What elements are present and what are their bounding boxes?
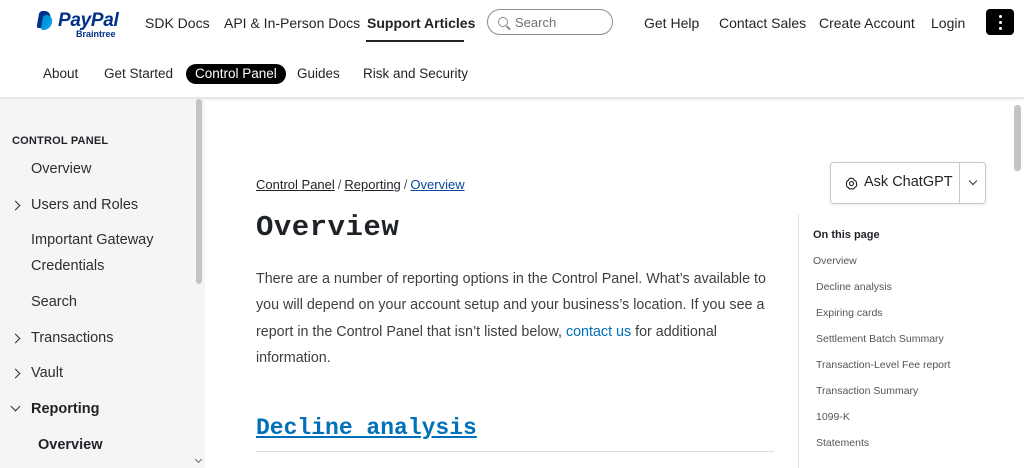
active-nav-underline [366, 40, 464, 42]
paypal-braintree-logo[interactable]: PayPal Braintree [36, 10, 119, 39]
sub-navigation: About Get Started Control Panel Guides R… [0, 58, 1024, 90]
nav-contact-sales[interactable]: Contact Sales [719, 0, 806, 45]
sidebar-item-users-and-roles[interactable]: Users and Roles [31, 197, 138, 213]
nav-create-account[interactable]: Create Account [819, 0, 915, 45]
toc-item-decline-analysis[interactable]: Decline analysis [816, 281, 892, 293]
chevron-right-icon[interactable] [10, 200, 21, 211]
nav-login-link[interactable]: Login [931, 15, 965, 31]
chevron-down-icon[interactable] [10, 401, 21, 412]
chevron-right-icon[interactable] [10, 333, 21, 344]
toc-item-transaction-summary[interactable]: Transaction Summary [816, 385, 918, 397]
breadcrumb-control-panel[interactable]: Control Panel [256, 177, 335, 192]
sidebar-item-transactions[interactable]: Transactions [31, 330, 113, 346]
sidebar-item-overview[interactable]: Overview [31, 161, 91, 177]
subnav-risk-and-security[interactable]: Risk and Security [363, 64, 468, 84]
top-header: PayPal Braintree SDK Docs API & In-Perso… [0, 0, 1024, 45]
search-input[interactable]: Search [487, 9, 613, 35]
page-title: Overview [256, 211, 400, 244]
scroll-down-arrow-icon[interactable] [194, 455, 203, 464]
toc-item-settlement-batch-summary[interactable]: Settlement Batch Summary [816, 333, 944, 345]
sidebar-scrollbar[interactable] [196, 99, 202, 284]
nav-sdk-docs-link[interactable]: SDK Docs [145, 15, 210, 31]
sidebar-title: CONTROL PANEL [12, 135, 109, 147]
toc-item-expiring-cards[interactable]: Expiring cards [816, 307, 883, 319]
breadcrumb-separator: / [337, 177, 342, 192]
nav-contact-sales-link[interactable]: Contact Sales [719, 15, 806, 31]
nav-support-articles[interactable]: Support Articles [367, 0, 475, 45]
toc-item-overview[interactable]: Overview [813, 255, 857, 267]
sidebar: CONTROL PANEL Overview Users and Roles I… [0, 99, 205, 468]
subnav-control-panel[interactable]: Control Panel [186, 64, 286, 84]
chevron-right-icon[interactable] [10, 368, 21, 379]
sidebar-item-important-gateway[interactable]: Important Gateway [31, 232, 154, 248]
nav-sdk-docs[interactable]: SDK Docs [145, 0, 210, 45]
page-scrollbar[interactable] [1014, 105, 1021, 171]
chevron-down-icon[interactable] [968, 176, 978, 186]
dot-icon [998, 26, 1002, 30]
section-divider [256, 451, 774, 452]
search-placeholder: Search [515, 14, 557, 30]
subnav-get-started[interactable]: Get Started [104, 64, 173, 84]
button-divider [959, 163, 960, 203]
sidebar-item-credentials[interactable]: Credentials [31, 258, 104, 274]
subnav-about[interactable]: About [43, 64, 78, 84]
more-menu-button[interactable] [986, 9, 1014, 35]
subnav-guides[interactable]: Guides [297, 64, 340, 84]
nav-get-help[interactable]: Get Help [644, 0, 699, 45]
ask-chatgpt-button[interactable]: Ask ChatGPT [830, 162, 986, 204]
search-icon [498, 17, 508, 27]
contact-us-link[interactable]: contact us [566, 324, 631, 340]
nav-api-docs[interactable]: API & In-Person Docs [224, 0, 360, 45]
nav-support-articles-link[interactable]: Support Articles [367, 15, 475, 31]
ask-chatgpt-label: Ask ChatGPT [864, 174, 953, 190]
toc-item-1099-k[interactable]: 1099-K [816, 411, 850, 423]
toc-item-statements[interactable]: Statements [816, 437, 869, 449]
toc-item-transaction-level-fee-report[interactable]: Transaction-Level Fee report [816, 359, 950, 371]
sidebar-item-reporting-overview[interactable]: Overview [38, 437, 103, 453]
nav-login[interactable]: Login [931, 0, 965, 45]
breadcrumb-separator: / [403, 177, 408, 192]
breadcrumb-overview[interactable]: Overview [410, 177, 464, 192]
section-heading-decline-analysis[interactable]: Decline analysis [256, 415, 477, 441]
breadcrumb-reporting[interactable]: Reporting [344, 177, 400, 192]
nav-get-help-link[interactable]: Get Help [644, 15, 699, 31]
sidebar-item-vault[interactable]: Vault [31, 365, 63, 381]
nav-create-account-link[interactable]: Create Account [819, 15, 915, 31]
dot-icon [998, 20, 1002, 24]
toc-title: On this page [813, 229, 880, 241]
paypal-logo-icon [36, 11, 54, 31]
intro-paragraph: There are a number of reporting options … [256, 266, 776, 371]
on-this-page-toc: On this page Overview Decline analysis E… [798, 214, 998, 468]
logo-subtext: Braintree [76, 29, 116, 39]
sidebar-item-reporting[interactable]: Reporting [31, 401, 99, 417]
nav-api-docs-link[interactable]: API & In-Person Docs [224, 15, 360, 31]
chatgpt-icon [845, 177, 858, 190]
sidebar-item-search[interactable]: Search [31, 294, 77, 310]
breadcrumb: Control Panel / Reporting / Overview [256, 177, 465, 192]
dot-icon [998, 14, 1002, 18]
